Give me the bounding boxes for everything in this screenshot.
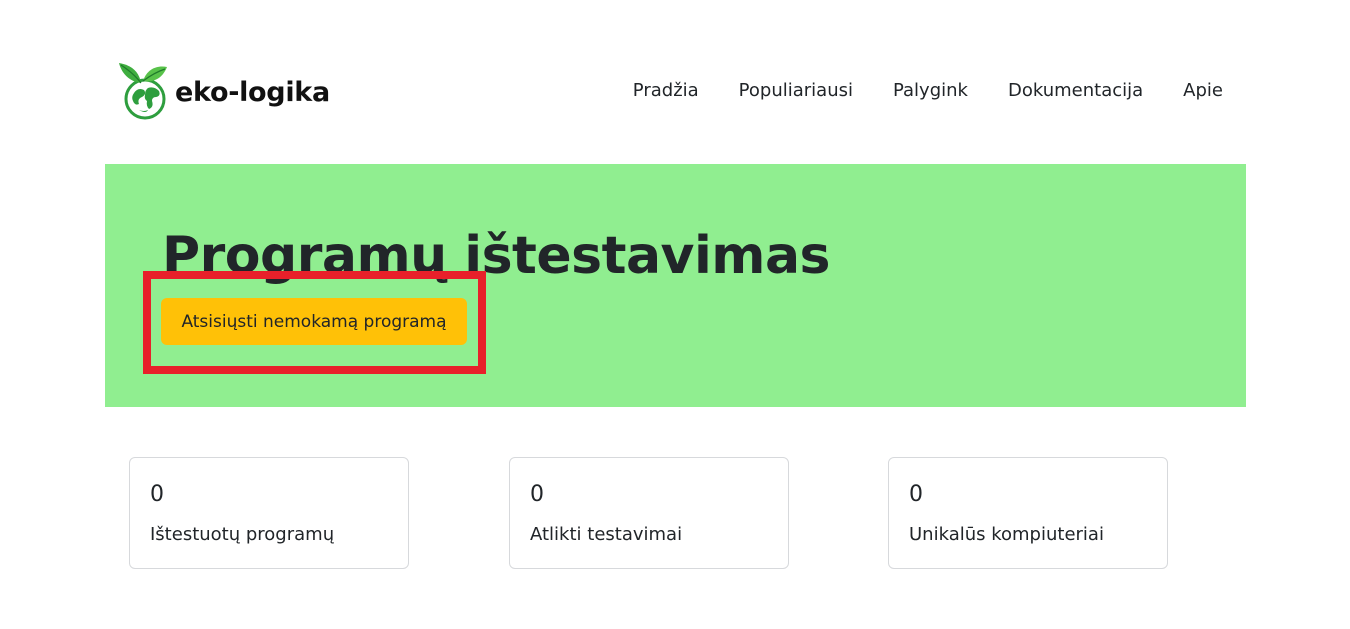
globe-leaf-icon [119,63,167,120]
page: eko-logika Pradžia Populiariausi Palygin… [0,0,1350,629]
download-button[interactable]: Atsisiųsti nemokamą programą [161,298,467,345]
hero-banner: Programų ištestavimas Atsisiųsti nemokam… [105,164,1246,407]
stat-card-tested-programs: 0 Ištestuotų programų [129,457,409,569]
stat-label: Ištestuotų programų [150,524,335,545]
brand-name: eko-logika [175,76,330,108]
stat-card-unique-computers: 0 Unikalūs kompiuteriai [888,457,1168,569]
nav-item-dokumentacija[interactable]: Dokumentacija [1008,80,1143,101]
stat-value: 0 [530,482,544,507]
stat-label: Atlikti testavimai [530,524,683,545]
stat-value: 0 [150,482,164,507]
stat-value: 0 [909,482,923,507]
brand-link[interactable]: eko-logika [117,60,330,124]
hero-title: Programų ištestavimas [162,226,831,286]
nav-item-populiariausi[interactable]: Populiariausi [739,80,853,101]
stat-label: Unikalūs kompiuteriai [909,524,1104,545]
main-nav: Pradžia Populiariausi Palygink Dokumenta… [633,80,1223,101]
nav-item-palygink[interactable]: Palygink [893,80,968,101]
nav-item-pradzia[interactable]: Pradžia [633,80,699,101]
stat-card-tests-done: 0 Atlikti testavimai [509,457,789,569]
nav-item-apie[interactable]: Apie [1183,80,1223,101]
